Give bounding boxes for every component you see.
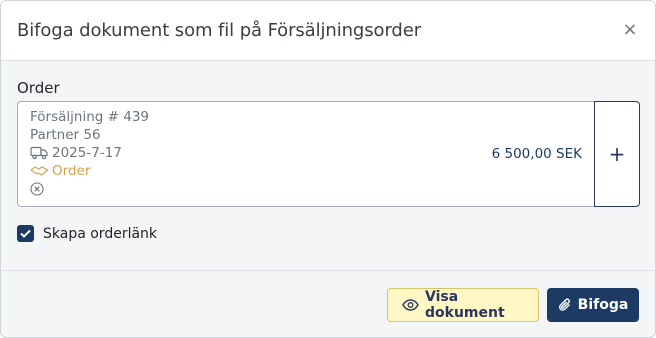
handshake-icon [30,164,49,178]
partner-name: Partner 56 [30,127,101,143]
attach-button[interactable]: Bifoga [547,288,639,322]
status-line: Order [30,162,582,180]
create-link-label[interactable]: Skapa orderlänk [43,226,157,242]
add-order-button[interactable]: + [594,101,640,207]
attach-label: Bifoga [577,297,629,313]
attach-document-dialog: Bifoga dokument som fil på Försäljningso… [0,0,656,338]
order-field-label: Order [17,79,60,97]
close-button[interactable]: × [621,21,639,39]
truck-icon [30,146,49,160]
order-card[interactable]: Försäljning # 439 Partner 56 2025-7-17 O… [17,101,594,207]
dialog-footer: Visa dokument Bifoga [1,270,655,337]
remove-line [30,180,582,198]
order-amount: 6 500,00 SEK [491,146,582,162]
order-selector: Försäljning # 439 Partner 56 2025-7-17 O… [17,101,640,207]
checkmark-icon [20,229,31,238]
create-link-checkbox[interactable] [17,225,34,242]
view-document-label: Visa dokument [425,289,505,321]
view-document-button[interactable]: Visa dokument [387,288,539,322]
dialog-title: Bifoga dokument som fil på Försäljningso… [17,20,422,41]
delivery-date: 2025-7-17 [52,145,122,161]
paperclip-icon [558,298,572,313]
create-link-row: Skapa orderlänk [17,225,639,242]
dialog-header: Bifoga dokument som fil på Försäljningso… [1,1,655,61]
eye-icon [402,299,419,311]
sale-number: Försäljning # 439 [30,109,149,125]
circle-x-icon[interactable] [30,182,44,196]
order-status: Order [52,163,91,179]
dialog-body: Order Försäljning # 439 Partner 56 2025-… [1,61,655,270]
